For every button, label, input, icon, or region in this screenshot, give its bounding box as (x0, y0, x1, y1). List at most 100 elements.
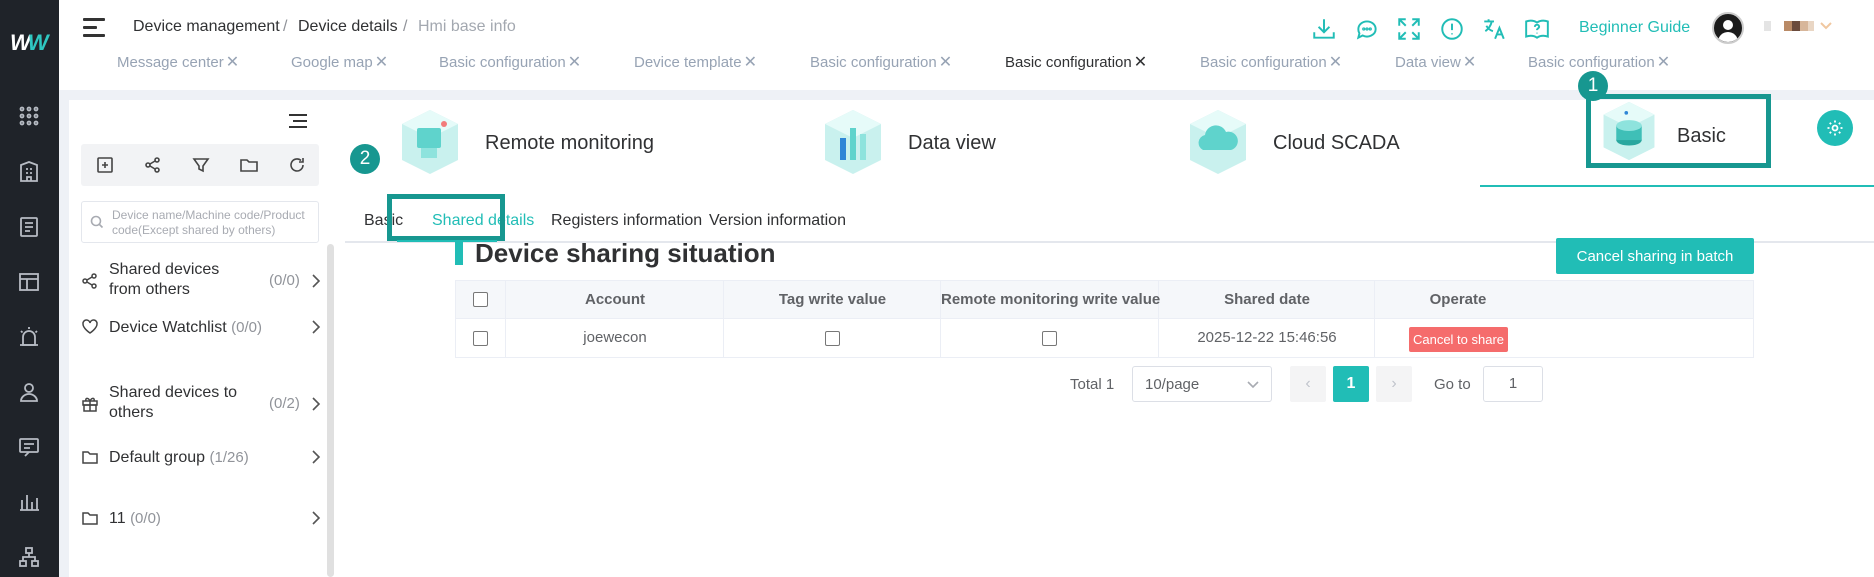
fullscreen-icon[interactable] (1396, 16, 1422, 42)
detail-subtabs: Basic Shared details Registers informati… (345, 200, 1874, 243)
cloud-scada-icon (1190, 110, 1246, 174)
info-alert-icon[interactable] (1439, 16, 1465, 42)
close-icon[interactable]: ✕ (1329, 54, 1342, 71)
sidebar-item-label: Device Watchlist (109, 319, 227, 336)
goto-label: Go to (1434, 376, 1471, 393)
category-data-view[interactable]: Data view (820, 100, 1120, 186)
category-label: Data view (908, 132, 996, 154)
chevron-right-icon[interactable] (309, 448, 323, 466)
help-book-icon[interactable] (1524, 16, 1550, 42)
message-icon[interactable] (17, 435, 41, 459)
close-icon[interactable]: ✕ (1463, 54, 1476, 71)
folder-icon[interactable] (239, 155, 259, 175)
page-1-button[interactable]: 1 (1333, 366, 1369, 402)
chart-icon[interactable] (17, 490, 41, 514)
tab-basic-configuration-4[interactable]: Basic configuration ✕ (1200, 52, 1342, 72)
pagination-total: Total 1 (1070, 376, 1115, 393)
tab-basic-configuration-active[interactable]: Basic configuration ✕ (1005, 52, 1147, 72)
collapse-sidebar-icon[interactable] (289, 114, 307, 130)
select-all-checkbox[interactable] (473, 292, 488, 307)
sidebar-item-count: (0/2) (269, 395, 300, 412)
chevron-right-icon[interactable] (309, 395, 323, 413)
category-basic[interactable]: Basic (1586, 94, 1771, 168)
tab-basic-configuration-1[interactable]: Basic configuration ✕ (439, 52, 581, 72)
grid-icon[interactable] (17, 104, 41, 128)
tab-google-map[interactable]: Google map ✕ (291, 52, 388, 72)
sidebar-item-device-watchlist[interactable]: Device Watchlist (0/0) (81, 316, 325, 360)
tab-basic-configuration-5[interactable]: Basic configuration ✕ (1528, 52, 1670, 72)
sidebar-item-count: (0/0) (130, 510, 161, 527)
sidebar-item-label: Shared devices from others (109, 261, 220, 298)
sidebar-scrollbar[interactable] (327, 244, 334, 577)
building-icon[interactable] (17, 160, 41, 184)
tab-basic-configuration-2[interactable]: Basic configuration ✕ (810, 52, 952, 72)
beginner-guide-link[interactable]: Beginner Guide (1579, 19, 1690, 37)
tab-data-view[interactable]: Data view ✕ (1395, 52, 1476, 72)
settings-gear-icon[interactable] (1817, 110, 1853, 146)
column-header-remote-write: Remote monitoring write value (941, 291, 1161, 308)
tag-write-checkbox[interactable] (825, 331, 840, 346)
subtab-version-information[interactable]: Version information (709, 212, 846, 230)
close-icon[interactable]: ✕ (1134, 54, 1147, 71)
user-icon[interactable] (17, 380, 41, 404)
chevron-right-icon[interactable] (309, 318, 323, 336)
main-content: Remote monitoring Data view Cloud SCADA … (335, 71, 1874, 577)
category-label: Remote monitoring (485, 132, 654, 154)
app-logo[interactable]: WW (10, 30, 48, 60)
goto-page-input[interactable]: 1 (1483, 366, 1543, 402)
remote-write-checkbox[interactable] (1042, 331, 1057, 346)
cancel-to-share-button[interactable]: Cancel to share (1409, 327, 1508, 352)
breadcrumb-device-management[interactable]: Device management (133, 18, 280, 36)
filter-icon[interactable] (191, 155, 211, 175)
tab-device-template[interactable]: Device template ✕ (634, 52, 757, 72)
annotation-badge-1: 1 (1578, 71, 1608, 101)
refresh-icon[interactable] (287, 155, 307, 175)
alarm-icon[interactable] (17, 325, 41, 349)
tab-message-center[interactable]: Message center ✕ (117, 52, 239, 72)
column-header-account: Account (585, 291, 645, 308)
share-icon[interactable] (143, 155, 163, 175)
cancel-sharing-batch-button[interactable]: Cancel sharing in batch (1556, 238, 1754, 274)
org-icon[interactable] (17, 545, 41, 569)
sidebar-item-count: (1/26) (209, 449, 249, 466)
close-icon[interactable]: ✕ (375, 54, 388, 71)
sidebar-item-default-group[interactable]: Default group (1/26) (81, 446, 325, 490)
shared-date-cell: 2025-12-22 15:46:56 (1197, 329, 1337, 346)
device-search-input[interactable]: Device name/Machine code/Product code(Ex… (81, 201, 319, 243)
layout-icon[interactable] (17, 270, 41, 294)
username-blurred[interactable] (1764, 21, 1838, 31)
column-header-shared-date: Shared date (1224, 291, 1310, 308)
close-icon[interactable]: ✕ (1657, 54, 1670, 71)
sidebar-item-group-11[interactable]: 11 (0/0) (81, 507, 325, 551)
close-icon[interactable]: ✕ (744, 54, 757, 71)
device-list-icon[interactable] (17, 215, 41, 239)
prev-page-button[interactable]: ‹ (1290, 366, 1326, 402)
sidebar-item-shared-to-others[interactable]: Shared devices to others (0/2) (81, 383, 325, 427)
search-placeholder: Device name/Machine code/Product code(Ex… (112, 208, 305, 237)
next-page-button[interactable]: › (1376, 366, 1412, 402)
category-remote-monitoring[interactable]: Remote monitoring (397, 100, 697, 186)
breadcrumb-device-details[interactable]: Device details (298, 18, 398, 36)
category-label: Basic (1677, 125, 1726, 147)
search-icon (90, 215, 104, 229)
chevron-right-icon[interactable] (309, 509, 323, 527)
share-icon (81, 272, 99, 290)
close-icon[interactable]: ✕ (939, 54, 952, 71)
data-view-icon (825, 110, 881, 174)
download-icon[interactable] (1311, 16, 1337, 42)
subtab-registers-information[interactable]: Registers information (551, 212, 702, 230)
chat-icon[interactable] (1354, 16, 1380, 42)
sidebar-item-label: 11 (109, 510, 126, 527)
sidebar-item-shared-from-others[interactable]: Shared devices from others (0/0) (81, 260, 325, 304)
close-icon[interactable]: ✕ (226, 54, 239, 71)
menu-toggle-icon[interactable] (83, 18, 105, 38)
basic-icon (1603, 101, 1655, 161)
avatar[interactable] (1712, 12, 1744, 44)
add-icon[interactable] (95, 155, 115, 175)
translate-icon[interactable] (1481, 16, 1507, 42)
page-size-select[interactable]: 10/page (1132, 366, 1272, 402)
category-cloud-scada[interactable]: Cloud SCADA (1185, 100, 1485, 186)
close-icon[interactable]: ✕ (568, 54, 581, 71)
chevron-right-icon[interactable] (309, 272, 323, 290)
row-select-checkbox[interactable] (473, 331, 488, 346)
